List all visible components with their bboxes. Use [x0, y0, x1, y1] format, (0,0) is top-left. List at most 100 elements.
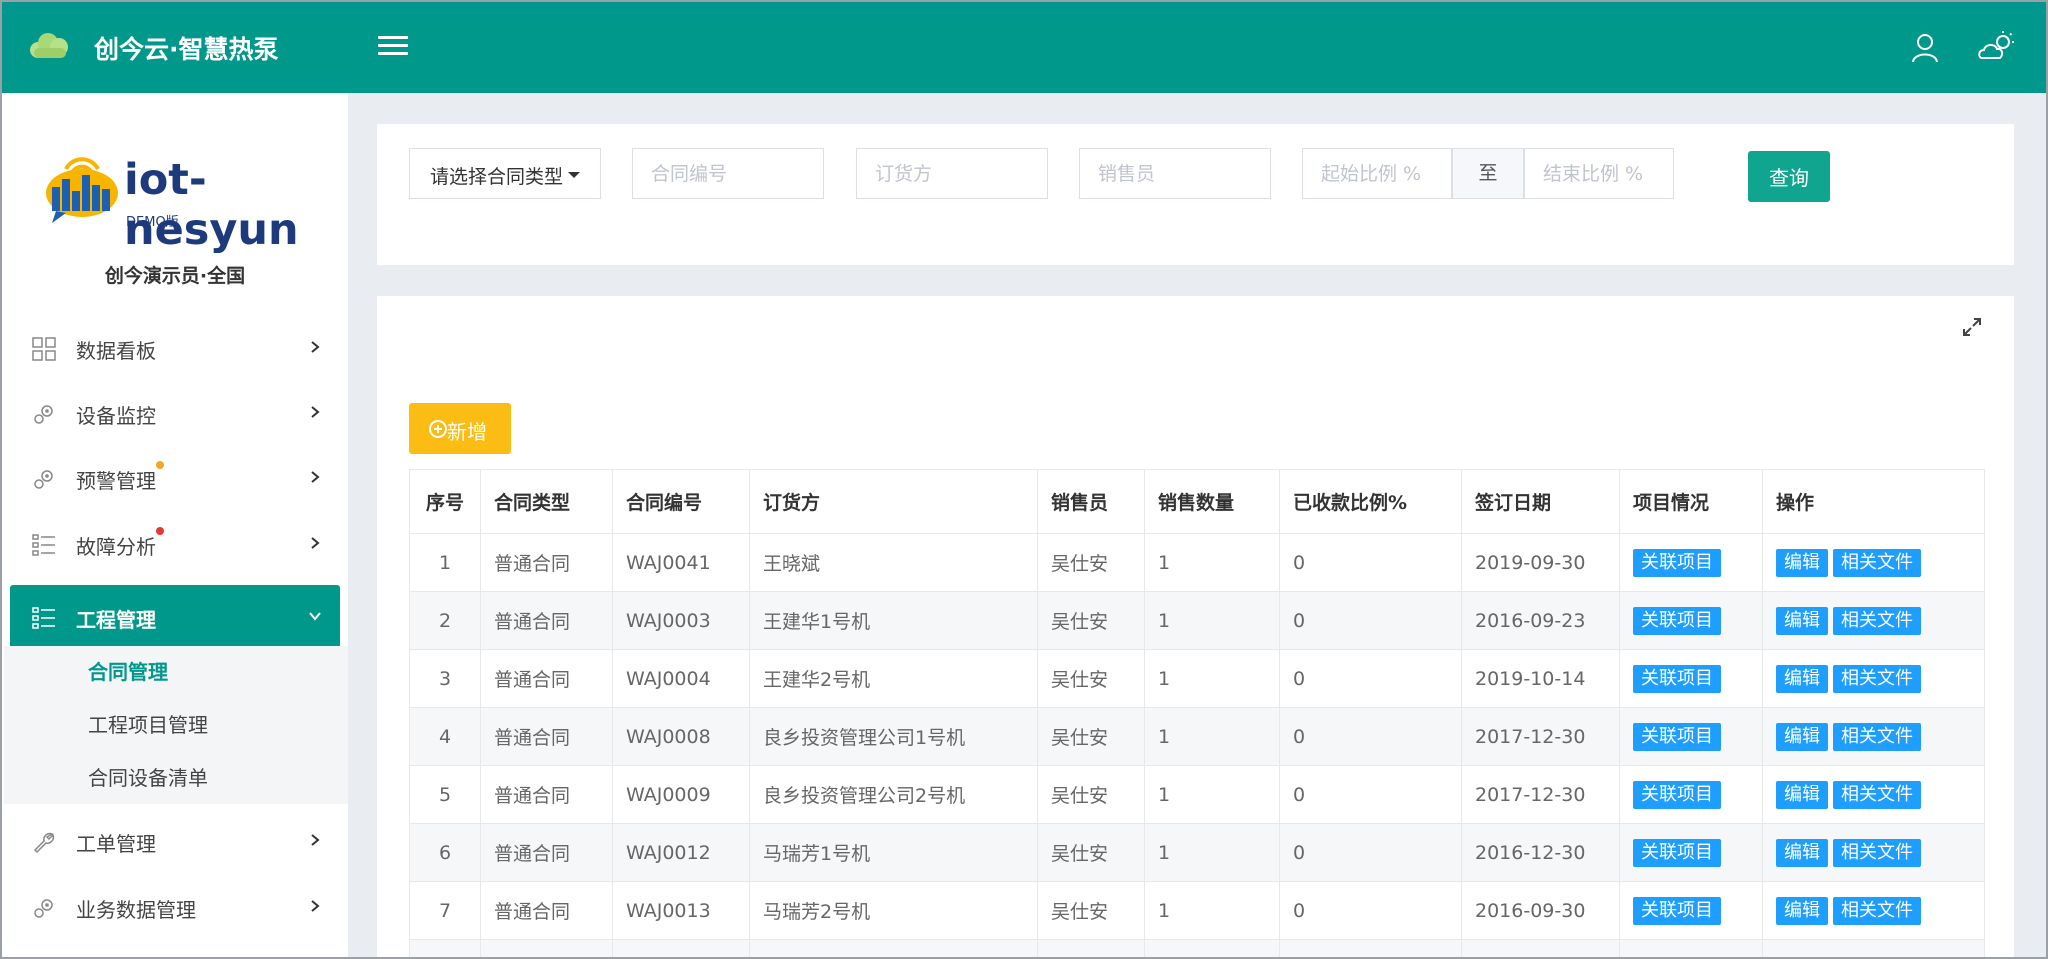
cell-date: 2017-12-30 [1461, 765, 1620, 824]
cell-seller: 吴仕安 [1037, 823, 1145, 882]
chevron-right-icon [311, 406, 320, 418]
edit-button[interactable]: 编辑 [1776, 722, 1828, 751]
cell-project: 关联项目 [1619, 823, 1763, 882]
cell-actions: 编辑 相关文件 [1762, 881, 1985, 940]
cell-date: 2019-09-30 [1461, 533, 1620, 592]
buyer-input[interactable] [856, 148, 1048, 199]
contract-no-input[interactable] [632, 148, 824, 199]
table-row: 2 普通合同 WAJ0003 王建华1号机 吴仕安 1 0 2016-09-23… [409, 591, 1985, 650]
plus-circle-icon [429, 420, 447, 438]
gears-icon [34, 405, 53, 424]
files-button[interactable]: 相关文件 [1833, 896, 1921, 925]
column-header: 项目情况 [1619, 469, 1763, 534]
link-project-button[interactable]: 关联项目 [1633, 780, 1721, 809]
sidebar-item-project-management[interactable]: 工程管理 [10, 585, 340, 649]
table-row: 1 普通合同 WAJ0041 王晓斌 吴仕安 1 0 2019-09-30 关联… [409, 533, 1985, 592]
column-header: 销售员 [1037, 469, 1145, 534]
files-button[interactable]: 相关文件 [1833, 548, 1921, 577]
user-icon[interactable] [1910, 32, 1940, 64]
query-button[interactable]: 查询 [1748, 151, 1830, 202]
sidebar-item-label: 工单管理 [76, 832, 156, 856]
link-project-button[interactable]: 关联项目 [1633, 722, 1721, 751]
cell-actions: 编辑 相关文件 [1762, 765, 1985, 824]
files-button[interactable]: 相关文件 [1833, 838, 1921, 867]
seller-input[interactable] [1079, 148, 1271, 199]
expand-icon[interactable] [1961, 316, 1983, 338]
search-panel: 请选择合同类型 至 查询 [377, 124, 2014, 265]
link-project-button[interactable]: 关联项目 [1633, 896, 1721, 925]
cell-no [409, 939, 481, 959]
files-button[interactable]: 相关文件 [1833, 664, 1921, 693]
sidebar-item-label: 业务数据管理 [76, 898, 196, 922]
edit-button[interactable]: 编辑 [1776, 548, 1828, 577]
cell-type: 普通合同 [480, 591, 613, 650]
column-header: 销售数量 [1144, 469, 1280, 534]
cell-actions [1762, 939, 1985, 959]
cell-type: 普通合同 [480, 881, 613, 940]
sidebar-item-dashboard[interactable]: 数据看板 [10, 316, 340, 380]
cell-seller: 吴仕安 [1037, 881, 1145, 940]
link-project-button[interactable]: 关联项目 [1633, 548, 1721, 577]
edit-button[interactable]: 编辑 [1776, 896, 1828, 925]
cell-ratio: 0 [1279, 765, 1462, 824]
cell-code: WAJ0009 [612, 765, 750, 824]
add-button[interactable]: 新增 [409, 403, 511, 454]
edit-button[interactable]: 编辑 [1776, 664, 1828, 693]
submenu-project-items[interactable]: 工程项目管理 [88, 709, 208, 738]
sidebar-item-fault-analysis[interactable]: 故障分析 [10, 512, 340, 576]
cell-seller: 吴仕安 [1037, 533, 1145, 592]
cell-ratio: 0 [1279, 533, 1462, 592]
table-row-partial [409, 939, 1985, 959]
notification-dot [156, 527, 164, 535]
sidebar-item-business-data[interactable]: 业务数据管理 [10, 875, 340, 939]
cell-date [1461, 939, 1620, 959]
files-button[interactable]: 相关文件 [1833, 780, 1921, 809]
cell-type: 普通合同 [480, 823, 613, 882]
table-header-row: 序号 合同类型 合同编号 订货方 销售员 销售数量 已收款比例% 签订日期 项目… [409, 469, 1985, 534]
cell-buyer [749, 939, 1038, 959]
cell-project: 关联项目 [1619, 533, 1763, 592]
chevron-right-icon [311, 900, 320, 912]
cell-date: 2016-09-30 [1461, 881, 1620, 940]
table-row: 4 普通合同 WAJ0008 良乡投资管理公司1号机 吴仕安 1 0 2017-… [409, 707, 1985, 766]
sidebar: iot-nesyun DEMO版 创今演示员·全国 数据看板 设备监控 预警管理 [2, 93, 348, 959]
cell-buyer: 马瑞芳2号机 [749, 881, 1038, 940]
column-header: 操作 [1762, 469, 1985, 534]
cell-ratio [1279, 939, 1462, 959]
cell-qty: 1 [1144, 765, 1280, 824]
column-header: 签订日期 [1461, 469, 1620, 534]
cell-buyer: 王建华1号机 [749, 591, 1038, 650]
submenu-contract-management[interactable]: 合同管理 [88, 656, 168, 685]
start-ratio-input[interactable] [1302, 148, 1452, 199]
link-project-button[interactable]: 关联项目 [1633, 606, 1721, 635]
files-button[interactable]: 相关文件 [1833, 722, 1921, 751]
sidebar-item-work-orders[interactable]: 工单管理 [10, 809, 340, 873]
cell-buyer: 王建华2号机 [749, 649, 1038, 708]
edit-button[interactable]: 编辑 [1776, 606, 1828, 635]
end-ratio-input[interactable] [1524, 148, 1674, 199]
cell-seller [1037, 939, 1145, 959]
hamburger-menu-icon[interactable] [378, 36, 408, 62]
cell-project: 关联项目 [1619, 707, 1763, 766]
link-project-button[interactable]: 关联项目 [1633, 664, 1721, 693]
files-button[interactable]: 相关文件 [1833, 606, 1921, 635]
list-icon [32, 607, 55, 629]
sidebar-item-device-monitor[interactable]: 设备监控 [10, 381, 340, 445]
chevron-right-icon [311, 341, 320, 353]
cell-actions: 编辑 相关文件 [1762, 533, 1985, 592]
cell-date: 2017-12-30 [1461, 707, 1620, 766]
weather-icon[interactable] [1976, 30, 2016, 64]
edit-button[interactable]: 编辑 [1776, 780, 1828, 809]
table-row: 5 普通合同 WAJ0009 良乡投资管理公司2号机 吴仕安 1 0 2017-… [409, 765, 1985, 824]
edit-button[interactable]: 编辑 [1776, 838, 1828, 867]
sidebar-item-alert[interactable]: 预警管理 [10, 446, 340, 510]
column-header: 序号 [409, 469, 481, 534]
sidebar-item-label: 预警管理 [76, 469, 156, 493]
chevron-right-icon [311, 537, 320, 549]
submenu-contract-devices[interactable]: 合同设备清单 [88, 762, 208, 791]
contract-type-select[interactable]: 请选择合同类型 [409, 148, 601, 199]
cell-ratio: 0 [1279, 823, 1462, 882]
link-project-button[interactable]: 关联项目 [1633, 838, 1721, 867]
column-header: 已收款比例% [1279, 469, 1462, 534]
app-title: 创今云·智慧热泵 [94, 35, 279, 64]
